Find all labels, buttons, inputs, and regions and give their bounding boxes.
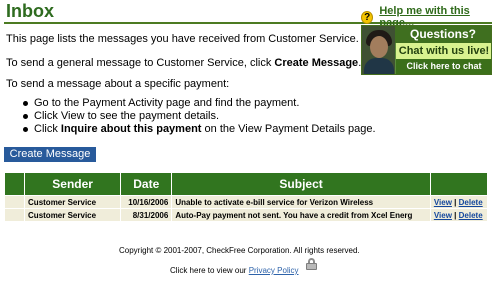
create-message-button[interactable]: Create Message: [4, 147, 96, 162]
messages-table: Sender Date Subject Customer Service 10/…: [4, 172, 488, 222]
date-cell: 10/16/2006: [121, 196, 172, 208]
actions-cell: View | Delete: [430, 209, 487, 221]
row-spacer: [5, 196, 25, 208]
privacy-prefix: Click here to view our: [170, 266, 249, 275]
header-sender: Sender: [25, 173, 121, 195]
lock-icon: [306, 258, 318, 270]
click-to-chat-button[interactable]: Click here to chat: [396, 59, 491, 74]
header-date: Date: [121, 173, 172, 195]
instruction-step: Click View to see the payment details.: [20, 110, 376, 123]
subject-cell: Unable to activate e-bill service for Ve…: [172, 196, 430, 208]
intro-line-2-prefix: To send a general message to Customer Se…: [6, 57, 275, 69]
live-chat-label: Chat with us live!: [396, 43, 491, 59]
lock-body: [306, 263, 317, 270]
copyright-text: Copyright © 2001-2007, CheckFree Corpora…: [119, 246, 360, 255]
inquire-payment-text: Inquire about this payment: [60, 123, 202, 135]
page-title: Inbox: [6, 1, 54, 21]
delete-link[interactable]: Delete: [459, 198, 483, 207]
instruction-step: Go to the Payment Activity page and find…: [20, 97, 376, 110]
step-3-prefix: Click: [34, 123, 61, 135]
privacy-policy-line: Click here to view our Privacy Policy: [170, 266, 299, 275]
table-row: Customer Service 10/16/2006 Unable to ac…: [5, 196, 487, 208]
instructions-list: Go to the Payment Activity page and find…: [20, 97, 376, 136]
agent-shoulders: [364, 58, 394, 74]
intro-line-2: To send a general message to Customer Se…: [6, 57, 361, 70]
delete-link[interactable]: Delete: [459, 211, 483, 220]
link-separator: |: [454, 197, 457, 207]
header-actions: [430, 173, 487, 195]
create-message-mention: Create Message: [274, 57, 359, 69]
header-spacer: [5, 173, 25, 195]
table-row: Customer Service 8/31/2006 Auto-Pay paym…: [5, 209, 487, 221]
privacy-policy-link[interactable]: Privacy Policy: [249, 266, 299, 275]
questions-label: Questions?: [395, 26, 491, 43]
view-link[interactable]: View: [434, 211, 452, 220]
table-header-row: Sender Date Subject: [5, 173, 487, 195]
question-icon[interactable]: ?: [361, 10, 374, 24]
step-3-suffix: on the View Payment Details page.: [201, 123, 376, 135]
date-cell: 8/31/2006: [121, 209, 172, 221]
subject-cell: Auto-Pay payment not sent. You have a cr…: [172, 209, 430, 221]
intro-line-3: To send a message about a specific payme…: [6, 78, 230, 90]
header-subject: Subject: [172, 173, 430, 195]
sender-cell: Customer Service: [25, 209, 121, 221]
agent-photo: [362, 26, 395, 74]
instruction-step: Click Inquire about this payment on the …: [20, 123, 376, 136]
agent-face: [370, 36, 388, 58]
actions-cell: View | Delete: [430, 196, 487, 208]
sender-cell: Customer Service: [25, 196, 121, 208]
row-spacer: [5, 209, 25, 221]
intro-line-1: This page lists the messages you have re…: [6, 33, 359, 45]
link-separator: |: [454, 210, 457, 220]
view-link[interactable]: View: [434, 198, 452, 207]
live-chat-banner[interactable]: Questions? Chat with us live! Click here…: [361, 25, 492, 75]
